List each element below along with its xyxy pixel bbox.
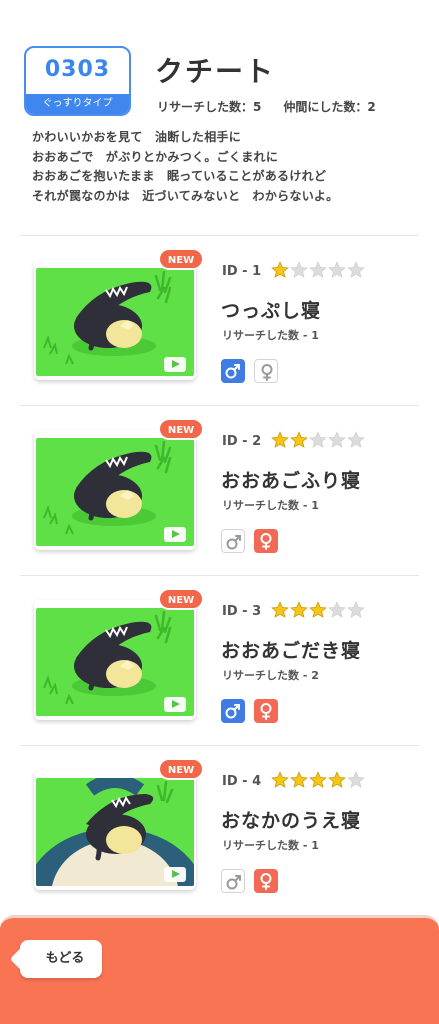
sleep-style-thumbnail[interactable]: NEW xyxy=(34,248,204,380)
rarity-stars xyxy=(271,431,366,451)
divider xyxy=(20,745,419,746)
new-badge: NEW xyxy=(158,248,204,270)
description-line: おおあごを抱いたまま 眠っていることがあるけれど xyxy=(32,169,327,183)
sleep-style-name: つっぷし寝 xyxy=(221,300,322,322)
star-icon xyxy=(271,261,289,278)
female-icon xyxy=(254,699,278,723)
new-badge: NEW xyxy=(158,758,204,780)
female-icon xyxy=(254,869,278,893)
divider xyxy=(20,575,419,576)
style-id: ID - 3 xyxy=(222,604,262,619)
dex-number-badge: 0303 ぐっすりタイプ xyxy=(24,46,131,116)
description-line: おおあごで がぶりとかみつく。ごくまれに xyxy=(32,149,279,164)
style-id: ID - 2 xyxy=(222,434,262,449)
sleep-style-card[interactable]: NEW ID - 3 おおあごだき寝リサーチした数 - 2 xyxy=(0,580,439,750)
star-icon xyxy=(290,261,308,278)
play-video-icon[interactable] xyxy=(164,357,186,372)
male-icon xyxy=(221,359,245,383)
play-video-icon[interactable] xyxy=(164,527,186,542)
star-icon xyxy=(290,771,308,788)
star-icon xyxy=(309,431,327,448)
style-id: ID - 4 xyxy=(222,774,262,789)
back-button[interactable]: もどる xyxy=(20,940,102,978)
rarity-stars xyxy=(271,771,366,791)
sleep-style-card[interactable]: NEW ID - 1 つっぷし寝リサーチした数 - 1 xyxy=(0,240,439,410)
star-icon xyxy=(328,601,346,618)
style-id: ID - 1 xyxy=(222,264,262,279)
style-research-count: リサーチした数 - 1 xyxy=(222,499,319,512)
play-video-icon[interactable] xyxy=(164,697,186,712)
sleep-style-name: おおあごだき寝 xyxy=(221,640,362,662)
sleep-style-thumbnail[interactable]: NEW xyxy=(34,588,204,720)
sleep-style-name: おおあごふり寝 xyxy=(221,470,362,492)
star-icon xyxy=(309,261,327,278)
star-icon xyxy=(271,601,289,618)
star-icon xyxy=(347,601,365,618)
style-research-count: リサーチした数 - 2 xyxy=(222,669,319,682)
star-icon xyxy=(309,771,327,788)
sleep-type-label: ぐっすりタイプ xyxy=(26,94,129,114)
star-icon xyxy=(328,261,346,278)
back-button-label: もどる xyxy=(45,951,85,966)
star-icon xyxy=(347,431,365,448)
star-icon xyxy=(328,431,346,448)
friend-count: 仲間にした数：2 xyxy=(283,100,376,114)
sleep-style-card[interactable]: NEW ID - 2 おおあごふり寝リサーチした数 - 1 xyxy=(0,410,439,580)
description-line: かわいいかおを見て 油断した相手に xyxy=(32,130,242,144)
rarity-stars xyxy=(271,601,366,621)
divider xyxy=(20,405,419,406)
star-icon xyxy=(309,601,327,618)
star-icon xyxy=(271,431,289,448)
star-icon xyxy=(290,601,308,618)
male-icon xyxy=(221,529,245,553)
female-icon xyxy=(254,359,278,383)
pokemon-description: かわいいかおを見て 油断した相手に おおあごで がぶりとかみつく。ごくまれに お… xyxy=(32,128,422,206)
star-icon xyxy=(271,771,289,788)
research-count: リサーチした数：5 xyxy=(157,100,262,114)
footer-bar: もどる xyxy=(0,915,439,1024)
male-icon xyxy=(221,699,245,723)
style-research-count: リサーチした数 - 1 xyxy=(222,329,319,342)
sleep-style-card[interactable]: NEW ID - 4 おなかのうえ寝リサーチした数 - 1 xyxy=(0,750,439,920)
female-icon xyxy=(254,529,278,553)
new-badge: NEW xyxy=(158,588,204,610)
play-video-icon[interactable] xyxy=(164,867,186,882)
research-counts: リサーチした数：5 仲間にした数：2 xyxy=(157,98,376,115)
sleep-style-thumbnail[interactable]: NEW xyxy=(34,418,204,550)
star-icon xyxy=(328,771,346,788)
divider xyxy=(20,235,419,236)
style-research-count: リサーチした数 - 1 xyxy=(222,839,319,852)
description-line: それが罠なのかは 近づいてみないと わからないよ。 xyxy=(32,188,339,203)
male-icon xyxy=(221,869,245,893)
star-icon xyxy=(347,261,365,278)
star-icon xyxy=(347,771,365,788)
new-badge: NEW xyxy=(158,418,204,440)
star-icon xyxy=(290,431,308,448)
rarity-stars xyxy=(271,261,366,281)
dex-number: 0303 xyxy=(44,57,111,82)
pokemon-header: 0303 ぐっすりタイプ クチート リサーチした数：5 仲間にした数：2 かわいい… xyxy=(0,0,439,215)
sleep-style-name: おなかのうえ寝 xyxy=(221,810,362,832)
sleep-style-thumbnail[interactable]: NEW xyxy=(34,758,204,890)
pokemon-name: クチート xyxy=(155,55,276,88)
